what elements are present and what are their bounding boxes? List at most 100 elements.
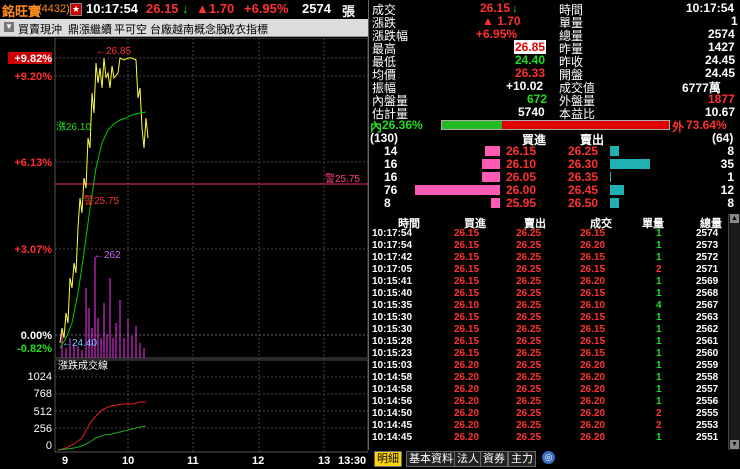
tick-ask: 26.25 (516, 240, 542, 251)
tick-row[interactable]: 10:14:50 26.20 26.25 26.20 2 2555 (370, 408, 726, 420)
tick-total: 2557 (696, 384, 719, 395)
tick-time: 10:14:45 (372, 432, 413, 443)
tick-bid: 26.15 (454, 324, 480, 335)
tick-row[interactable]: 10:17:05 26.15 26.25 26.15 2 2571 (370, 264, 726, 276)
inner-volume-line (57, 425, 147, 451)
tick-row[interactable]: 10:15:23 26.15 26.25 26.15 1 2560 (370, 348, 726, 360)
tick-row[interactable]: 10:14:58 26.20 26.25 26.20 1 2558 (370, 372, 726, 384)
ask-qty: 1 (727, 170, 734, 184)
last-price: 26.15 (146, 1, 179, 16)
tick-trade: 26.20 (580, 384, 606, 395)
ask-qty: 8 (727, 144, 734, 158)
tick-row[interactable]: 10:15:35 26.10 26.25 26.10 4 2567 (370, 300, 726, 312)
tick-row[interactable]: 10:15:30 26.15 26.25 26.15 1 2562 (370, 324, 726, 336)
tick-bid: 26.15 (454, 276, 480, 287)
tick-bid: 26.15 (454, 288, 480, 299)
sub-tick-4: 0 (46, 440, 52, 452)
stock-tag-bar: ▼ 買賣現沖 鼎漲繼續 平可空 台廠越南概念股 成衣指標 (0, 19, 368, 37)
inner-pct: 26.36% (382, 118, 423, 132)
bid-depth-bar (482, 172, 500, 182)
chevron-down-icon[interactable]: ▼ (4, 22, 14, 32)
value-total-vol: 2574 (708, 27, 735, 41)
tag-apparel[interactable]: 成衣指標 (224, 21, 268, 37)
tick-bid: 26.15 (454, 348, 480, 359)
tick-ask: 26.25 (516, 384, 542, 395)
tick-row[interactable]: 10:14:45 26.20 26.25 26.20 1 2551 (370, 432, 726, 444)
x-tick-9: 9 (62, 455, 68, 466)
tick-bid: 26.20 (454, 360, 480, 371)
tag-vietnam-concept[interactable]: 台廠越南概念股 (150, 21, 227, 37)
pct-label-top: +9.82% (14, 53, 52, 65)
value-amplitude: +10.02 (506, 79, 544, 93)
tick-qty: 2 (656, 420, 662, 431)
ask-price[interactable]: 26.35 (568, 170, 598, 184)
value-prev-close: 24.45 (705, 53, 736, 67)
ask-price[interactable]: 26.30 (568, 157, 598, 171)
tab-margin[interactable]: 資券 (480, 451, 508, 467)
tick-time: 10:14:58 (372, 384, 413, 395)
tab-major-players[interactable]: 主力 (508, 451, 536, 467)
time-gridlines (127, 38, 325, 452)
last-down-arrow-icon: ↓ (512, 1, 518, 15)
tick-bid: 26.15 (454, 336, 480, 347)
tick-row[interactable]: 10:15:03 26.20 26.25 26.20 1 2559 (370, 360, 726, 372)
tick-trade: 26.15 (580, 252, 606, 263)
tick-row[interactable]: 10:15:28 26.15 26.25 26.15 1 2561 (370, 336, 726, 348)
scroll-down-icon[interactable]: ▼ (730, 440, 739, 449)
tick-scrollbar[interactable]: ▲ ▼ (728, 214, 740, 450)
tick-row[interactable]: 10:15:40 26.15 26.25 26.15 1 2568 (370, 288, 726, 300)
tick-time: 10:14:56 (372, 396, 413, 407)
scroll-up-icon[interactable]: ▲ (730, 214, 739, 223)
tick-time: 10:15:28 (372, 336, 413, 347)
tick-row[interactable]: 10:14:56 26.20 26.25 26.20 1 2556 (370, 396, 726, 408)
volume-unit: 張 (342, 4, 356, 19)
tick-time: 10:15:35 (372, 300, 413, 311)
tick-row[interactable]: 10:14:58 26.20 26.25 26.20 1 2557 (370, 384, 726, 396)
ask-qty: 35 (720, 157, 734, 171)
value-avg: 26.33 (515, 66, 546, 80)
tick-row[interactable]: 10:17:42 26.15 26.25 26.15 1 2572 (370, 252, 726, 264)
tick-row[interactable]: 10:17:54 26.15 26.25 26.15 1 2574 (370, 228, 726, 240)
tick-row[interactable]: 10:15:41 26.15 26.25 26.20 1 2569 (370, 276, 726, 288)
tab-basic-info[interactable]: 基本資料 (406, 451, 456, 467)
tick-ask: 26.25 (516, 288, 542, 299)
ask-price[interactable]: 26.50 (568, 196, 598, 210)
tick-trade: 26.15 (580, 288, 606, 299)
tick-bid: 26.10 (454, 300, 480, 311)
total-volume: 2574 (302, 1, 331, 16)
bid-price[interactable]: 26.15 (506, 144, 536, 158)
ask-qty: 12 (720, 183, 734, 197)
tick-trade: 26.20 (580, 432, 606, 443)
bid-price[interactable]: 25.95 (506, 196, 536, 210)
tick-total: 2568 (696, 288, 719, 299)
tick-ask: 26.25 (516, 264, 542, 275)
reference-label: 警25.75 (325, 172, 360, 185)
pct-label-low: -0.82% (17, 343, 52, 355)
tick-row[interactable]: 10:15:30 26.15 26.25 26.15 1 2563 (370, 312, 726, 324)
tick-ask: 26.25 (516, 348, 542, 359)
sub-tick-0: 1024 (28, 371, 52, 383)
tick-qty: 2 (656, 408, 662, 419)
tag-continue[interactable]: 鼎漲繼續 (68, 21, 112, 37)
tab-institutional[interactable]: 法人 (454, 451, 482, 467)
bid-price[interactable]: 26.00 (506, 183, 536, 197)
orderbook-row[interactable]: 8 25.95 26.50 8 (370, 196, 740, 211)
tag-short[interactable]: 平可空 (114, 21, 147, 37)
tick-total: 2569 (696, 276, 719, 287)
tick-qty: 1 (656, 228, 662, 239)
bid-price[interactable]: 26.05 (506, 170, 536, 184)
bid-price[interactable]: 26.10 (506, 157, 536, 171)
tick-ask: 26.25 (516, 300, 542, 311)
tab-details[interactable]: 明細 (374, 451, 402, 467)
value-outer-vol: 1877 (708, 92, 735, 106)
stock-code: (4432) (38, 3, 70, 15)
ask-price[interactable]: 26.45 (568, 183, 598, 197)
tag-day-trade[interactable]: 買賣現沖 (18, 21, 62, 37)
tick-trade: 26.20 (580, 408, 606, 419)
tick-row[interactable]: 10:17:54 26.15 26.25 26.20 1 2573 (370, 240, 726, 252)
panel-divider (368, 0, 369, 466)
ask-price[interactable]: 26.25 (568, 144, 598, 158)
value-time: 10:17:54 (686, 1, 735, 15)
globe-icon[interactable]: ◎ (542, 451, 555, 464)
tick-row[interactable]: 10:14:45 26.20 26.25 26.20 2 2553 (370, 420, 726, 432)
